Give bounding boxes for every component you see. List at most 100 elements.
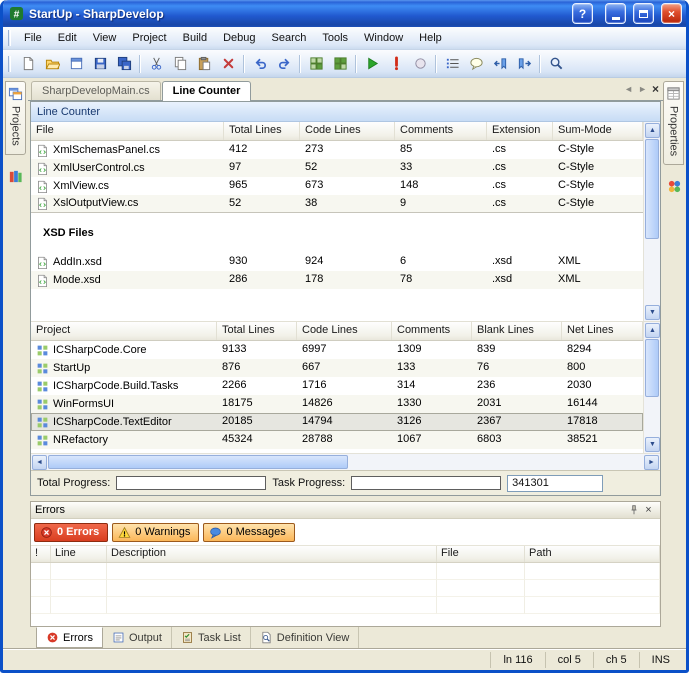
help-button[interactable]: ? (572, 3, 593, 24)
new-file-button[interactable] (16, 52, 40, 75)
path-column-header[interactable]: Path (525, 546, 660, 562)
bottom-tab-task-list[interactable]: Task List (172, 627, 251, 648)
table-row[interactable]: XmlSchemasPanel.cs41227385.csC-Style (31, 141, 643, 159)
sum-mode-column-header[interactable]: Sum-Mode (553, 122, 643, 140)
minimize-button[interactable] (605, 3, 626, 24)
menu-grip[interactable] (8, 30, 11, 46)
net-lines-column-header[interactable]: Net Lines (562, 322, 643, 340)
search-button[interactable] (544, 52, 568, 75)
projects-table-scrollbar[interactable]: ▲ ▼ (643, 322, 660, 453)
menu-item-build[interactable]: Build (175, 29, 215, 47)
table-row[interactable]: ICSharpCode.TextEditor201851479431262367… (31, 413, 643, 431)
table-row[interactable] (31, 449, 643, 453)
file-column-header[interactable]: File (31, 122, 224, 140)
table-row[interactable]: StartUp87666713376800 (31, 359, 643, 377)
breakpoint-button[interactable] (408, 52, 432, 75)
description-column-header[interactable]: Description (107, 546, 437, 562)
blank-lines-column-header[interactable]: Blank Lines (472, 322, 562, 340)
table-row[interactable]: NRefactory45324287881067680338521 (31, 431, 643, 449)
messages-filter-button[interactable]: 0 Messages (203, 523, 294, 542)
scroll-right-icon[interactable]: ► (644, 455, 659, 470)
toolbar-grip[interactable] (8, 56, 11, 72)
sidebar-tab-classes[interactable] (3, 169, 28, 184)
undo-button[interactable] (248, 52, 272, 75)
errors-filter-button[interactable]: 0 Errors (34, 523, 108, 542)
table-row[interactable]: ICSharpCode.Core9133699713098398294 (31, 341, 643, 359)
save-file-button[interactable] (88, 52, 112, 75)
close-button[interactable]: × (661, 3, 682, 24)
sidebar-tab-projects[interactable]: Projects (5, 81, 26, 155)
scroll-thumb[interactable] (645, 339, 659, 397)
pin-icon[interactable] (626, 503, 641, 517)
build-button[interactable] (304, 52, 328, 75)
bottom-tab-definition-view[interactable]: Definition View (251, 627, 360, 648)
files-table-scrollbar[interactable]: ▲ ▼ (643, 122, 660, 321)
menu-item-help[interactable]: Help (411, 29, 450, 47)
tab-line-counter[interactable]: Line Counter (162, 81, 252, 101)
build-all-button[interactable] (328, 52, 352, 75)
bottom-tab-output[interactable]: Output (103, 627, 172, 648)
next-bookmark-button[interactable] (512, 52, 536, 75)
scroll-down-icon[interactable]: ▼ (645, 437, 660, 452)
menu-item-tools[interactable]: Tools (314, 29, 356, 47)
scroll-up-icon[interactable]: ▲ (645, 123, 660, 138)
warnings-filter-button[interactable]: 0 Warnings (112, 523, 199, 542)
scroll-thumb[interactable] (645, 139, 659, 239)
abort-build-button[interactable] (384, 52, 408, 75)
close-tab-icon[interactable]: × (652, 82, 659, 96)
extension-column-header[interactable]: Extension (487, 122, 553, 140)
menu-item-project[interactable]: Project (124, 29, 174, 47)
bookmark-list-button[interactable] (440, 52, 464, 75)
total-lines-column-header[interactable]: Total Lines (217, 322, 297, 340)
maximize-button[interactable] (633, 3, 654, 24)
table-row[interactable]: XslOutputView.cs52389.csC-Style (31, 195, 643, 213)
run-button[interactable] (360, 52, 384, 75)
errors-panel-titlebar[interactable]: Errors × (31, 502, 660, 519)
project-column-header[interactable]: Project (31, 322, 217, 340)
sidebar-tab-toolbox[interactable] (663, 179, 686, 194)
save-all-button[interactable] (112, 52, 136, 75)
menu-item-edit[interactable]: Edit (50, 29, 85, 47)
sidebar-tab-properties[interactable]: Properties (663, 81, 684, 165)
scroll-left-icon[interactable]: ◄ (32, 455, 47, 470)
open-file-button[interactable] (40, 52, 64, 75)
tab-sharpdevelopmain-cs[interactable]: SharpDevelopMain.cs (31, 81, 161, 100)
previous-tab-icon[interactable]: ◄ (624, 84, 633, 94)
table-row[interactable]: WinFormsUI18175148261330203116144 (31, 395, 643, 413)
table-row[interactable]: AddIn.xsd9309246.xsdXML (31, 253, 643, 271)
delete-button[interactable] (216, 52, 240, 75)
code-lines-column-header[interactable]: Code Lines (300, 122, 395, 140)
table-row[interactable]: XmlUserControl.cs975233.csC-Style (31, 159, 643, 177)
redo-button[interactable] (272, 52, 296, 75)
bottom-tab-errors[interactable]: Errors (36, 627, 103, 648)
scroll-down-icon[interactable]: ▼ (645, 305, 660, 320)
menu-item-debug[interactable]: Debug (215, 29, 263, 47)
menu-item-view[interactable]: View (85, 29, 125, 47)
scroll-up-icon[interactable]: ▲ (645, 323, 660, 338)
scroll-thumb[interactable] (48, 455, 348, 469)
paste-button[interactable] (192, 52, 216, 75)
menu-item-window[interactable]: Window (356, 29, 411, 47)
cut-button[interactable] (144, 52, 168, 75)
title-bar[interactable]: # StartUp - SharpDevelop ? × (3, 0, 686, 27)
code-lines-column-header[interactable]: Code Lines (297, 322, 392, 340)
menu-item-search[interactable]: Search (264, 29, 315, 47)
menu-item-file[interactable]: File (16, 29, 50, 47)
file-column-header[interactable]: File (437, 546, 525, 562)
close-panel-icon[interactable]: × (641, 503, 656, 517)
horizontal-scrollbar[interactable]: ◄ ► (31, 453, 660, 470)
next-tab-icon[interactable]: ► (638, 84, 647, 94)
table-row[interactable]: XmlView.cs965673148.csC-Style (31, 177, 643, 195)
table-row[interactable]: ICSharpCode.Build.Tasks22661716314236203… (31, 377, 643, 395)
comment-button[interactable] (464, 52, 488, 75)
table-row[interactable]: Mode.xsd28617878.xsdXML (31, 271, 643, 289)
severity-column-header[interactable]: ! (31, 546, 51, 562)
task-counter-box[interactable]: 341301 (507, 475, 603, 492)
line-column-header[interactable]: Line (51, 546, 107, 562)
comments-column-header[interactable]: Comments (395, 122, 487, 140)
prev-bookmark-button[interactable] (488, 52, 512, 75)
new-form-button[interactable] (64, 52, 88, 75)
total-lines-column-header[interactable]: Total Lines (224, 122, 300, 140)
copy-button[interactable] (168, 52, 192, 75)
comments-column-header[interactable]: Comments (392, 322, 472, 340)
